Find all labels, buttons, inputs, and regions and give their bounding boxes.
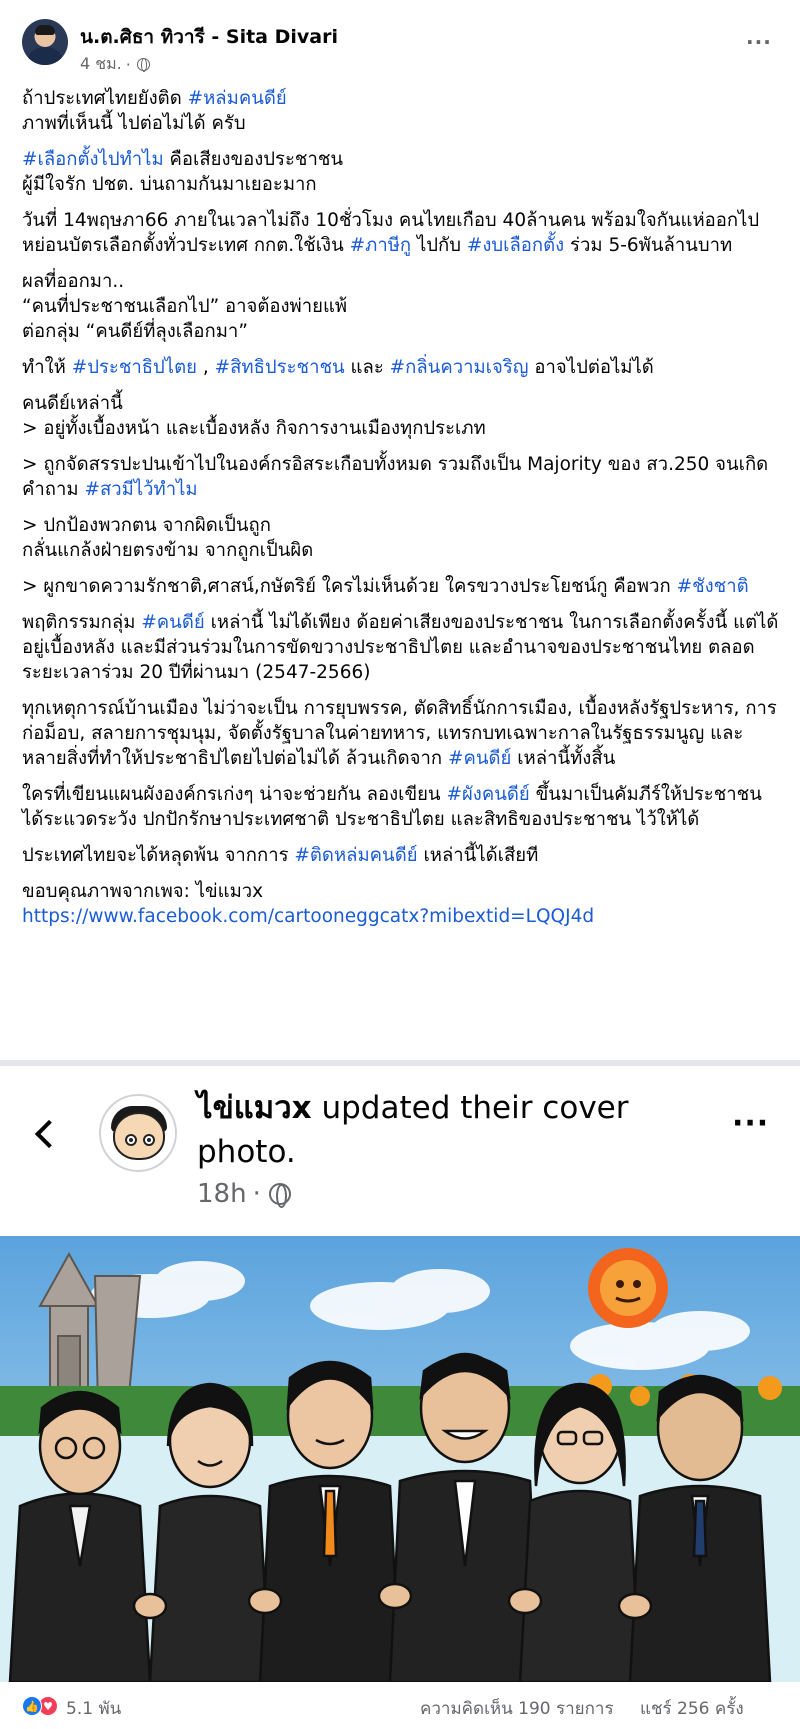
- meta-separator: ·: [252, 1179, 261, 1209]
- hashtag-link[interactable]: #สวมีไว้ทำไม: [84, 479, 197, 500]
- cartoon-group-image: [0, 1236, 800, 1682]
- paragraph: ถ้าประเทศไทยยังติด #หล่มคนดีย์ ภาพที่เห็…: [22, 86, 784, 136]
- text: “คนที่ประชาชนเลือกไป” อาจต้องพ่ายแพ้: [22, 296, 348, 317]
- hashtag-link[interactable]: #ภาษีกู: [350, 235, 411, 256]
- globe-icon: [136, 58, 150, 72]
- hashtag-link[interactable]: #หล่มคนดีย์: [188, 88, 287, 109]
- post-text: ถ้าประเทศไทยยังติด #หล่มคนดีย์ ภาพที่เห็…: [22, 86, 784, 940]
- text: ทุกเหตุการณ์บ้านเมือง ไม่ว่าจะเป็น การยุ…: [22, 698, 777, 769]
- hashtag-link[interactable]: #ประชาธิปไตย: [72, 357, 197, 378]
- paragraph: ผลที่ออกมา.. “คนที่ประชาชนเลือกไป” อาจต้…: [22, 269, 784, 344]
- text: ร่วม 5-6พันล้านบาท: [564, 235, 733, 256]
- paragraph: > ปกป้องพวกตน จากผิดเป็นถูก กลั่นแกล้งฝ่…: [22, 513, 784, 563]
- text: ใครที่เขียนแผนผังองค์กรเก่งๆ น่าจะช่วยกั…: [22, 784, 447, 805]
- comments-count[interactable]: ความคิดเห็น 190 รายการ: [420, 1695, 614, 1722]
- hashtag-link[interactable]: #คนดีย์: [141, 612, 204, 633]
- text: ,: [196, 357, 215, 378]
- meta-separator: ·: [125, 55, 131, 74]
- text: > ผูกขาดความรักชาติ,ศาสน์,กษัตริย์ ใครไม…: [22, 576, 677, 597]
- hashtag-link[interactable]: #ชังชาติ: [677, 576, 749, 597]
- hashtag-link[interactable]: #สิทธิประชาชน: [215, 357, 345, 378]
- hashtag-link[interactable]: #กลิ่นความเจริญ: [390, 357, 529, 378]
- chevron-left-icon: [34, 1122, 54, 1142]
- text: พฤติกรรมกลุ่ม: [22, 612, 142, 633]
- reaction-count[interactable]: 5.1 พัน: [66, 1695, 121, 1722]
- text: ถ้าประเทศไทยยังติด: [22, 88, 188, 109]
- paragraph: คนดีย์เหล่านี้ > อยู่ทั้งเบื้องหน้า และเ…: [22, 391, 784, 441]
- post-header: น.ต.ศิธา ทิวารี - Sita Divari 4 ชม. · ··…: [0, 0, 800, 80]
- shared-post-title: ไข่แมวx updated their cover photo.: [197, 1086, 697, 1174]
- hashtag-link[interactable]: #งบเลือกตั้ง: [467, 235, 564, 256]
- paragraph: ประเทศไทยจะได้หลุดพ้น จากการ #ติดหล่มคนด…: [22, 843, 784, 868]
- shares-count[interactable]: แชร์ 256 ครั้ง: [640, 1695, 744, 1722]
- paragraph: พฤติกรรมกลุ่ม #คนดีย์ เหล่านี้ ไม่ได้เพี…: [22, 610, 784, 685]
- text: กลั่นแกล้งฝ่ายตรงข้าม จากถูกเป็นผิด: [22, 540, 314, 561]
- shared-post-meta: 18h ·: [197, 1179, 291, 1209]
- paragraph: > ผูกขาดความรักชาติ,ศาสน์,กษัตริย์ ใครไม…: [22, 574, 784, 599]
- page-name: ไข่แมวx: [197, 1090, 312, 1126]
- text: ภาพที่เห็นนี้ ไปต่อไม่ได้ ครับ: [22, 113, 246, 134]
- text: คนดีย์เหล่านี้: [22, 393, 123, 414]
- page-avatar: [99, 1094, 177, 1172]
- post-time[interactable]: 4 ชม.: [80, 52, 122, 77]
- text: เหล่านี้ได้เสียที: [417, 845, 539, 866]
- hashtag-link[interactable]: #เลือกตั้งไปทำไม: [22, 149, 164, 170]
- paragraph: #เลือกตั้งไปทำไม คือเสียงของประชาชน ผู้ม…: [22, 147, 784, 197]
- paragraph: ทุกเหตุการณ์บ้านเมือง ไม่ว่าจะเป็น การยุ…: [22, 696, 784, 771]
- text: อาจไปต่อไม่ได้: [528, 357, 654, 378]
- text: เหล่านี้ทั้งสิ้น: [511, 748, 616, 769]
- text: และ: [344, 357, 390, 378]
- text: ผลที่ออกมา..: [22, 271, 125, 292]
- cover-illustration[interactable]: [0, 1236, 800, 1682]
- author-avatar[interactable]: [22, 19, 68, 65]
- text: ผู้มีใจรัก ปชต. บ่นถามกันมาเยอะมาก: [22, 174, 317, 195]
- globe-icon: [268, 1183, 291, 1208]
- text: ขอบคุณภาพจากเพจ: ไข่แมวx: [22, 881, 264, 902]
- text: > อยู่ทั้งเบื้องหน้า และเบื้องหลัง กิจกา…: [22, 418, 486, 439]
- more-options-icon[interactable]: ···: [746, 30, 772, 54]
- paragraph: ขอบคุณภาพจากเพจ: ไข่แมวx https://www.fac…: [22, 879, 784, 929]
- post-meta: 4 ชม. ·: [80, 52, 150, 77]
- text: ไปกับ: [411, 235, 467, 256]
- text: ทำให้: [22, 357, 72, 378]
- shared-time: 18h: [197, 1179, 247, 1209]
- hashtag-link[interactable]: #คนดีย์: [448, 748, 511, 769]
- paragraph: วันที่ 14พฤษภา66 ภายในเวลาไม่ถึง 10ชั่วโ…: [22, 208, 784, 258]
- shared-post-header: ไข่แมวx updated their cover photo. 18h ·…: [0, 1066, 800, 1236]
- hashtag-link[interactable]: #ติดหล่มคนดีย์: [294, 845, 417, 866]
- hashtag-link[interactable]: #ผังคนดีย์: [446, 784, 529, 805]
- author-name[interactable]: น.ต.ศิธา ทิวารี - Sita Divari: [80, 22, 338, 52]
- paragraph: ทำให้ #ประชาธิปไตย , #สิทธิประชาชน และ #…: [22, 355, 784, 380]
- text: > ปกป้องพวกตน จากผิดเป็นถูก: [22, 515, 271, 536]
- paragraph: ใครที่เขียนแผนผังองค์กรเก่งๆ น่าจะช่วยกั…: [22, 782, 784, 832]
- more-options-icon: ···: [732, 1106, 770, 1141]
- like-icon[interactable]: 👍: [22, 1696, 42, 1716]
- source-link[interactable]: https://www.facebook.com/cartooneggcatx?…: [22, 906, 594, 927]
- reactions-bar: 👍 ♥ 5.1 พัน ความคิดเห็น 190 รายการ แชร์ …: [0, 1682, 800, 1729]
- text: ต่อกลุ่ม “คนดีย์ที่ลุงเลือกมา”: [22, 321, 248, 342]
- text: ประเทศไทยจะได้หลุดพ้น จากการ: [22, 845, 295, 866]
- paragraph: > ถูกจัดสรรปะปนเข้าไปในองค์กรอิสระเกือบท…: [22, 452, 784, 502]
- text: คือเสียงของประชาชน: [163, 149, 344, 170]
